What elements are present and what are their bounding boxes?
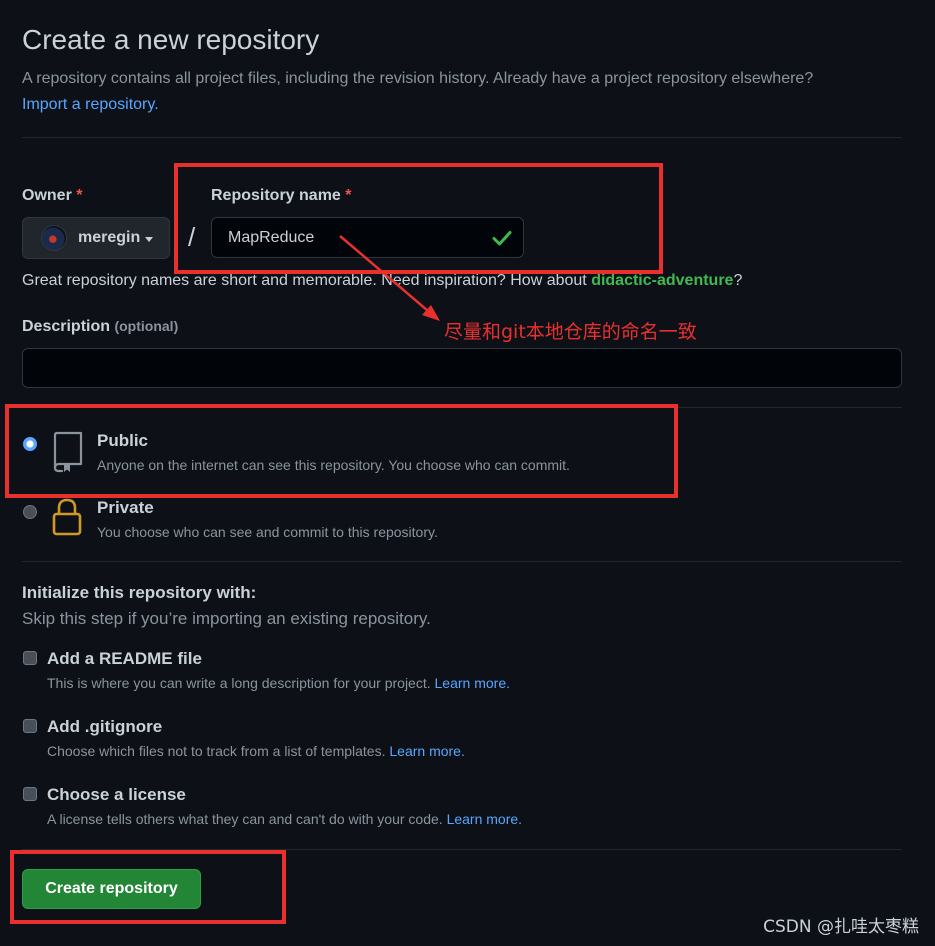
gitignore-description: Choose which files not to track from a l…: [47, 743, 465, 759]
lock-icon: [52, 498, 82, 536]
private-title: Private: [97, 498, 154, 517]
description-label-text: Description: [22, 318, 111, 335]
hint-text: Great repository names are short and mem…: [22, 272, 592, 289]
license-learn-more-link[interactable]: Learn more.: [447, 811, 522, 827]
gitignore-title: Add .gitignore: [47, 717, 163, 736]
public-radio[interactable]: [23, 437, 37, 451]
readme-desc-text: This is where you can write a long descr…: [47, 675, 431, 691]
license-desc-text: A license tells others what they can and…: [47, 811, 443, 827]
check-icon: [492, 231, 512, 246]
create-repository-button[interactable]: Create repository: [22, 869, 201, 909]
header-divider: [22, 137, 902, 138]
page-subtitle: A repository contains all project files,…: [22, 66, 912, 118]
repo-icon: [53, 431, 83, 473]
public-description: Anyone on the internet can see this repo…: [97, 457, 570, 473]
watermark: CSDN @扎哇太枣糕: [763, 917, 919, 937]
owner-label: Owner *: [22, 187, 82, 205]
visibility-divider: [22, 561, 902, 562]
initialize-subtitle: Skip this step if you’re importing an ex…: [22, 609, 431, 628]
readme-learn-more-link[interactable]: Learn more.: [435, 675, 510, 691]
readme-title: Add a README file: [47, 649, 202, 668]
repo-name-label-text: Repository name: [211, 187, 341, 204]
annotation-text: 尽量和git本地仓库的命名一致: [444, 321, 697, 343]
hint-suffix: ?: [733, 272, 743, 289]
import-repository-link[interactable]: Import a repository.: [22, 96, 159, 113]
owner-name: meregin: [78, 229, 141, 246]
license-checkbox[interactable]: [23, 787, 37, 801]
owner-dropdown-button[interactable]: meregin: [22, 217, 170, 259]
gitignore-learn-more-link[interactable]: Learn more.: [389, 743, 464, 759]
description-divider: [22, 407, 902, 408]
initialize-title: Initialize this repository with:: [22, 583, 257, 602]
avatar: [41, 225, 67, 251]
subtitle-text: A repository contains all project files,…: [22, 70, 814, 87]
license-description: A license tells others what they can and…: [47, 811, 522, 827]
gitignore-desc-text: Choose which files not to track from a l…: [47, 743, 386, 759]
license-title: Choose a license: [47, 785, 186, 804]
initialize-divider: [22, 849, 902, 850]
description-label: Description (optional): [22, 318, 178, 336]
gitignore-checkbox[interactable]: [23, 719, 37, 733]
repo-name-label: Repository name *: [211, 187, 352, 205]
owner-label-text: Owner: [22, 187, 72, 204]
repo-name-required-marker: *: [345, 187, 352, 204]
public-title: Public: [97, 431, 149, 450]
owner-repo-separator: /: [188, 222, 196, 252]
description-input[interactable]: [22, 348, 902, 388]
annotation-box-public: [5, 404, 678, 498]
description-optional: (optional): [114, 318, 179, 334]
owner-required-marker: *: [76, 187, 83, 204]
name-suggestion-link[interactable]: didactic-adventure: [591, 272, 733, 289]
readme-checkbox[interactable]: [23, 651, 37, 665]
page-title: Create a new repository: [22, 24, 320, 55]
private-radio[interactable]: [23, 505, 37, 519]
annotation-arrow-icon: [339, 235, 440, 321]
readme-description: This is where you can write a long descr…: [47, 675, 510, 691]
private-description: You choose who can see and commit to thi…: [97, 524, 438, 540]
chevron-down-icon: [145, 236, 154, 242]
